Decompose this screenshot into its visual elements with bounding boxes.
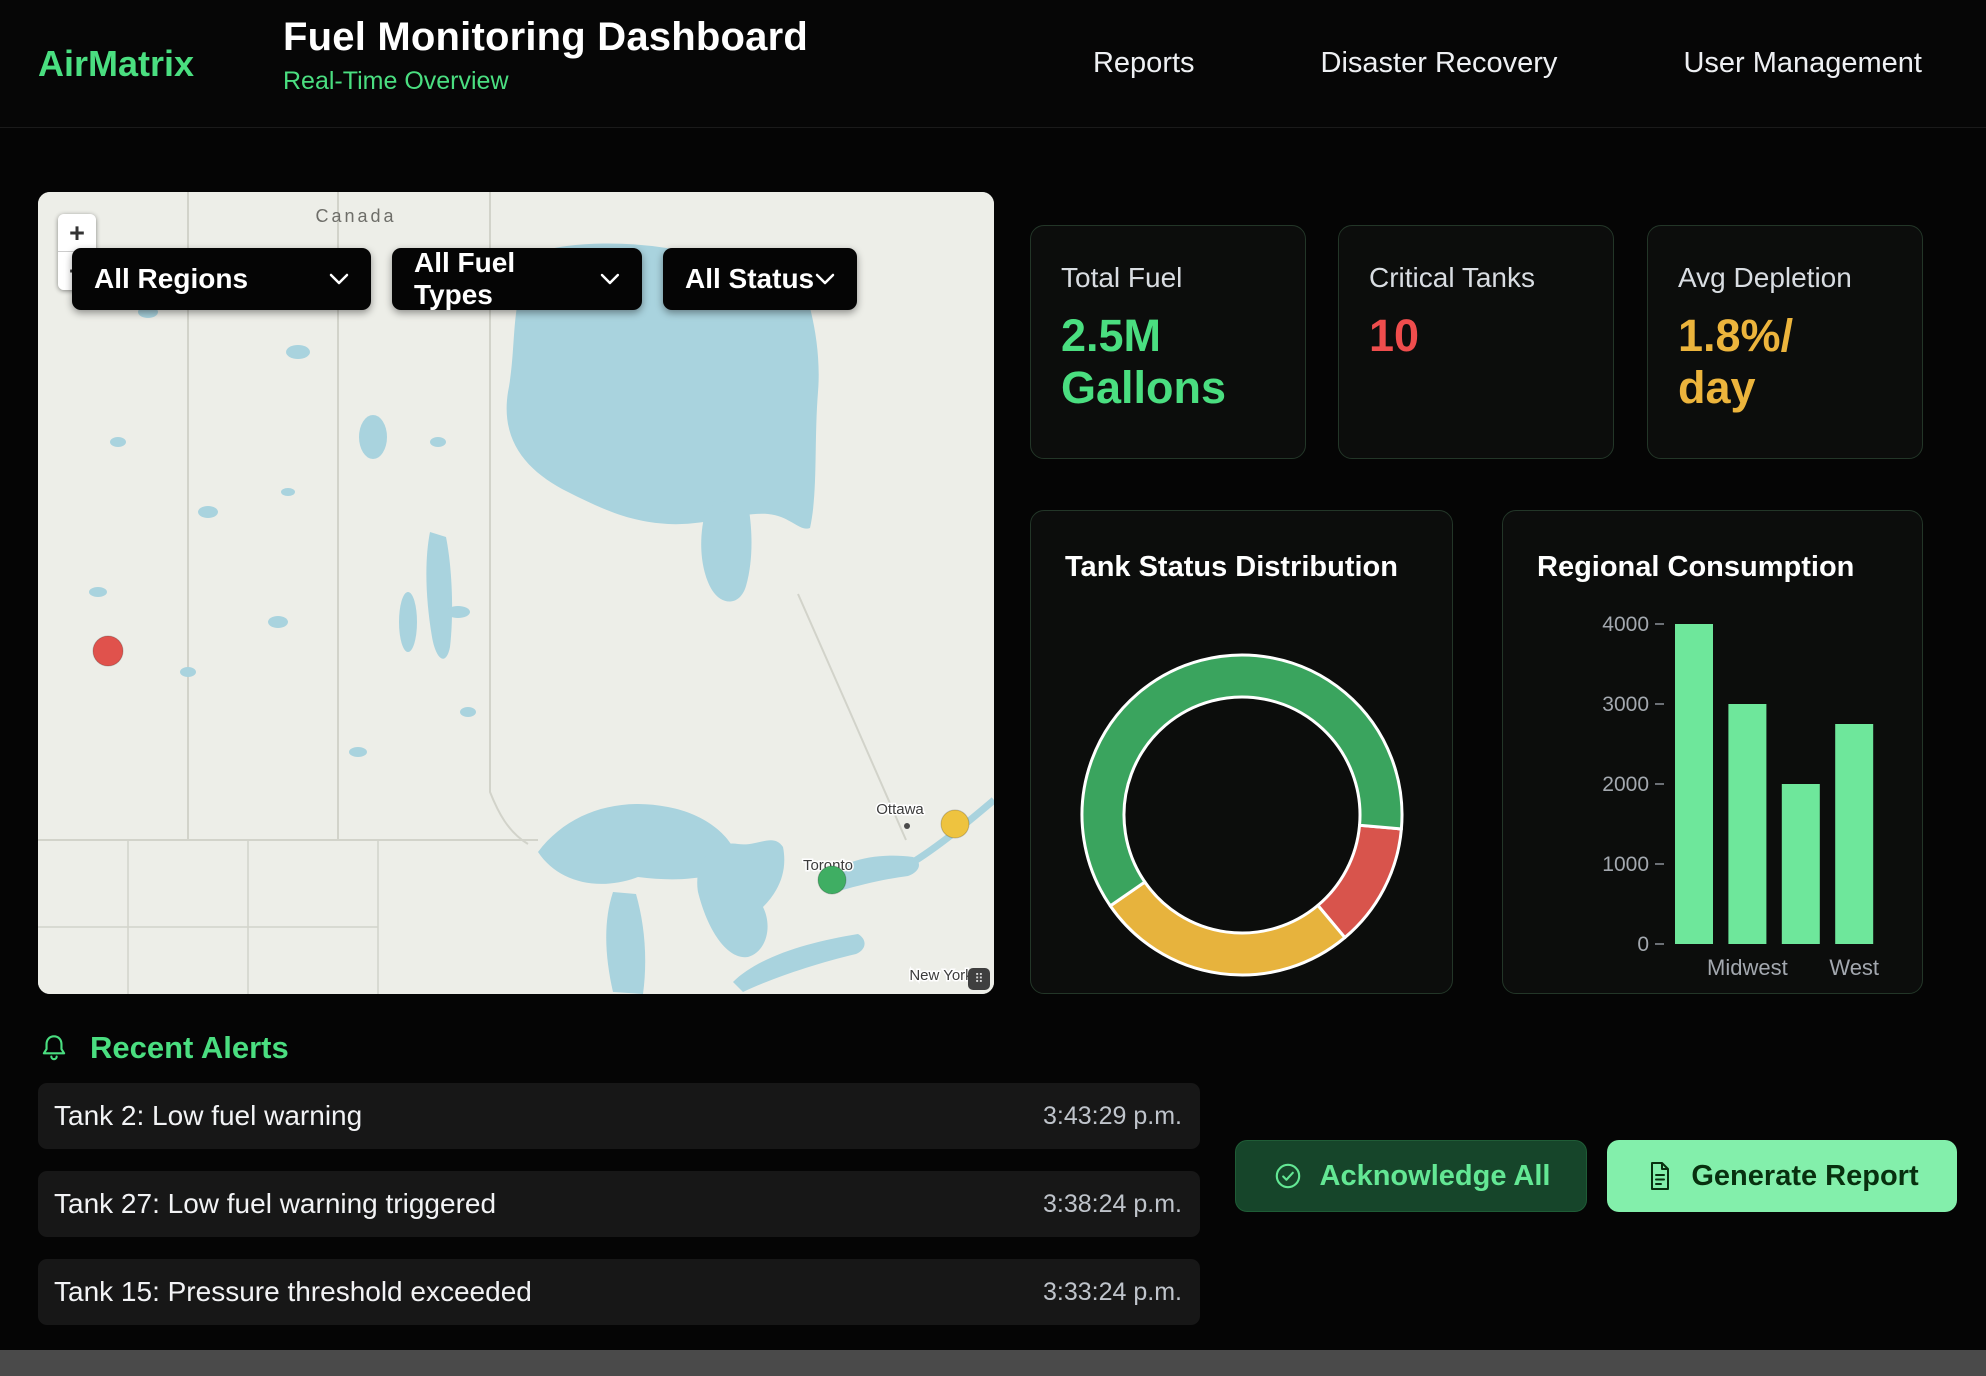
acknowledge-all-label: Acknowledge All — [1320, 1160, 1551, 1193]
status-filter[interactable]: All Status — [663, 248, 857, 310]
city-dot-ottawa — [904, 823, 910, 829]
alert-row: Tank 2: Low fuel warning 3:43:29 p.m. — [38, 1083, 1200, 1149]
alerts-title: Recent Alerts — [90, 1030, 289, 1066]
alert-message: Tank 15: Pressure threshold exceeded — [54, 1276, 532, 1308]
alert-message: Tank 2: Low fuel warning — [54, 1100, 362, 1132]
generate-report-button[interactable]: Generate Report — [1607, 1140, 1957, 1212]
panel-title: Regional Consumption — [1537, 551, 1854, 584]
normal-tank-marker[interactable] — [818, 866, 846, 894]
alert-row: Tank 27: Low fuel warning triggered 3:38… — [38, 1171, 1200, 1237]
nav-user-management[interactable]: User Management — [1683, 47, 1922, 80]
acknowledge-all-button[interactable]: Acknowledge All — [1235, 1140, 1587, 1212]
y-tick-label: 1000 — [1602, 853, 1649, 876]
alerts-header: Recent Alerts — [38, 1030, 289, 1066]
chevron-down-icon — [815, 273, 835, 285]
window-bottom-bar — [0, 1350, 1986, 1376]
y-tick-label: 3000 — [1602, 693, 1649, 716]
stat-value-line1: 1.8%/ — [1678, 310, 1892, 362]
stat-label: Critical Tanks — [1369, 262, 1583, 294]
chevron-down-icon — [600, 273, 620, 285]
nav-disaster-recovery[interactable]: Disaster Recovery — [1321, 47, 1558, 80]
main-nav: Reports Disaster Recovery User Managemen… — [1093, 0, 1922, 127]
stat-value: 10 — [1369, 310, 1583, 362]
stat-value-line1: 10 — [1369, 310, 1583, 362]
city-label-ottawa: Ottawa — [876, 801, 924, 818]
brand-logo[interactable]: AirMatrix — [38, 43, 194, 85]
consumption-bar — [1835, 724, 1873, 944]
city-label-new-york: New York — [909, 967, 973, 984]
zoom-in-button[interactable]: + — [58, 214, 96, 252]
donut-segment-warning — [1110, 882, 1345, 975]
bell-icon — [38, 1032, 70, 1064]
alert-time: 3:33:24 p.m. — [1043, 1278, 1182, 1307]
check-circle-icon — [1272, 1160, 1304, 1192]
alert-message: Tank 27: Low fuel warning triggered — [54, 1188, 496, 1220]
alert-row: Tank 15: Pressure threshold exceeded 3:3… — [38, 1259, 1200, 1325]
document-icon — [1645, 1160, 1675, 1192]
fuel-dashboard: AirMatrix Fuel Monitoring Dashboard Real… — [0, 0, 1986, 1376]
critical-tank-marker[interactable] — [93, 636, 123, 666]
alert-time: 3:38:24 p.m. — [1043, 1190, 1182, 1219]
stat-value-line1: 2.5M — [1061, 310, 1275, 362]
stat-value-line2: Gallons — [1061, 362, 1275, 414]
nav-reports[interactable]: Reports — [1093, 47, 1195, 80]
region-filter[interactable]: All Regions — [72, 248, 371, 310]
tank-status-panel: Tank Status Distribution — [1030, 510, 1453, 994]
map-filters: All Regions All Fuel Types All Status — [72, 248, 857, 310]
y-tick-label: 2000 — [1602, 773, 1649, 796]
x-tick-label: West — [1829, 955, 1879, 980]
regional-consumption-panel: Regional Consumption 0 1000 2000 3000 4000 Mi… — [1502, 510, 1923, 994]
fuel-type-filter[interactable]: All Fuel Types — [392, 248, 642, 310]
consumption-bar — [1675, 624, 1713, 944]
chevron-down-icon — [329, 273, 349, 285]
x-tick-label: Midwest — [1707, 955, 1788, 980]
region-filter-label: All Regions — [94, 263, 248, 295]
consumption-bar — [1782, 784, 1820, 944]
consumption-bar — [1728, 704, 1766, 944]
stat-value-line2: day — [1678, 362, 1892, 414]
status-filter-label: All Status — [685, 263, 814, 295]
alert-time: 3:43:29 p.m. — [1043, 1102, 1182, 1131]
app-header: AirMatrix Fuel Monitoring Dashboard Real… — [0, 0, 1986, 128]
page-subtitle: Real-Time Overview — [283, 67, 808, 96]
fuel-type-filter-label: All Fuel Types — [414, 247, 600, 311]
stat-card-critical-tanks: Critical Tanks 10 — [1338, 225, 1614, 459]
stat-card-total-fuel: Total Fuel 2.5M Gallons — [1030, 225, 1306, 459]
map-panel[interactable]: Canada Ottawa Toronto New York + − All R… — [38, 192, 994, 994]
page-title: Fuel Monitoring Dashboard — [283, 15, 808, 60]
country-label: Canada — [315, 206, 396, 226]
stat-value: 1.8%/ day — [1678, 310, 1892, 414]
stat-value: 2.5M Gallons — [1061, 310, 1275, 414]
map-canvas: Canada Ottawa Toronto New York — [38, 192, 994, 994]
title-block: Fuel Monitoring Dashboard Real-Time Over… — [283, 15, 808, 96]
warning-tank-marker[interactable] — [941, 810, 969, 838]
stat-label: Total Fuel — [1061, 262, 1275, 294]
generate-report-label: Generate Report — [1691, 1160, 1918, 1193]
y-tick-label: 0 — [1637, 933, 1649, 956]
stat-label: Avg Depletion — [1678, 262, 1892, 294]
stat-card-avg-depletion: Avg Depletion 1.8%/ day — [1647, 225, 1923, 459]
resize-handle-icon[interactable]: ⠿ — [968, 968, 990, 990]
y-tick-label: 4000 — [1602, 613, 1649, 636]
panel-title: Tank Status Distribution — [1065, 551, 1398, 584]
